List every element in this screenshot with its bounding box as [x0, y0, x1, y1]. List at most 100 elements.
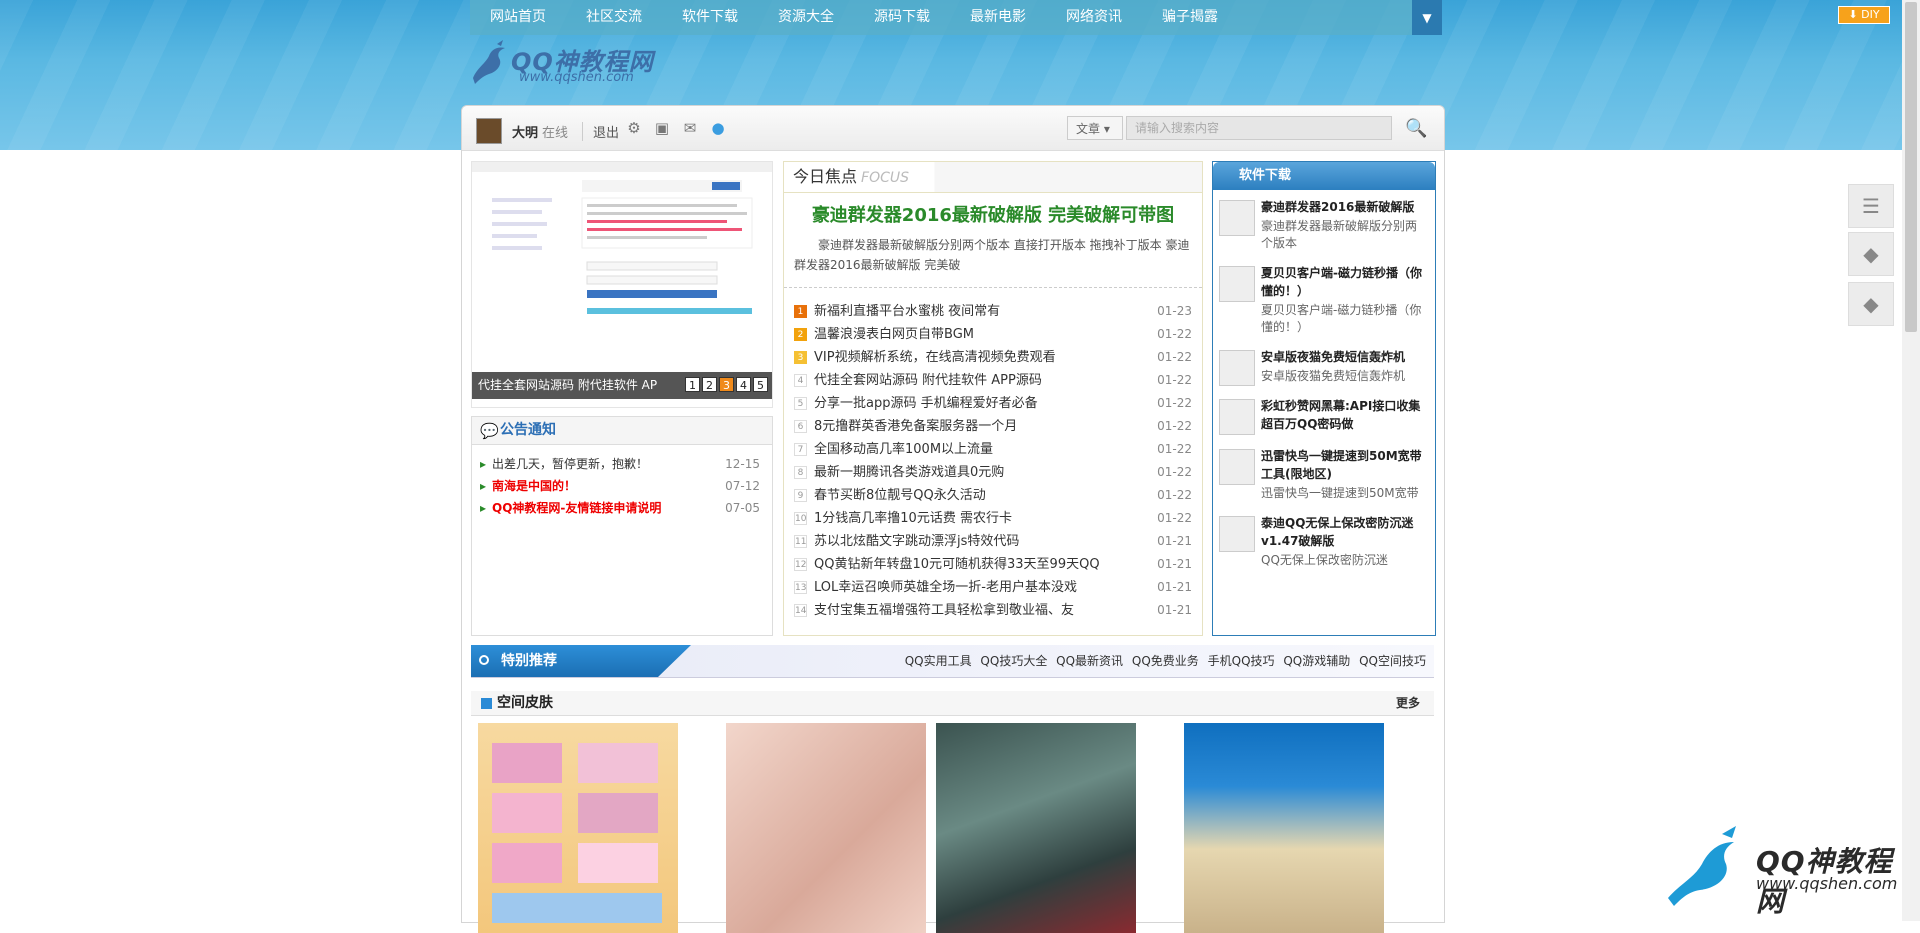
software-title[interactable]: 泰迪QQ无保上保改密防沉迷v1.47破解版	[1261, 514, 1425, 550]
recommend-link[interactable]: QQ实用工具	[905, 654, 972, 668]
nav-item-home[interactable]: 网站首页	[470, 0, 566, 35]
list-item[interactable]: 13 LOL幸运召唤师英雄全场一折-老用户基本没戏 01-21	[794, 576, 1192, 599]
search-icon[interactable]: 🔍	[1405, 118, 1427, 140]
user-name[interactable]: 大明	[512, 122, 538, 141]
recommend-link[interactable]: 手机QQ技巧	[1208, 654, 1275, 668]
recommend-link[interactable]: QQ最新资讯	[1056, 654, 1123, 668]
menu-icon[interactable]: ☰	[1848, 184, 1894, 228]
skin-thumb-4[interactable]	[1184, 723, 1384, 933]
list-item[interactable]: 南海是中国的！ 07-12	[480, 475, 764, 497]
skins-more-link[interactable]: 更多	[1396, 691, 1420, 715]
news-title[interactable]: 苏以北炫酷文字跳动漂浮js特效代码	[814, 534, 1019, 549]
slide-page-5[interactable]: 5	[753, 377, 768, 392]
list-item[interactable]: 14 支付宝集五福增强符工具轻松拿到敬业福、友 01-21	[794, 599, 1192, 622]
list-item[interactable]: 3 VIP视频解析系统，在线高清视频免费观看 01-22	[794, 346, 1192, 369]
recommend-link[interactable]: QQ游戏辅助	[1283, 654, 1350, 668]
slide-page-4[interactable]: 4	[736, 377, 751, 392]
news-title[interactable]: VIP视频解析系统，在线高清视频免费观看	[814, 350, 1056, 365]
skin-thumb-1[interactable]	[478, 723, 678, 933]
software-item[interactable]: 豪迪群发器2016最新破解版豪迪群发器最新破解版分别两个版本	[1219, 198, 1429, 256]
software-thumbnail[interactable]	[1219, 449, 1255, 485]
recommend-link[interactable]: QQ空间技巧	[1359, 654, 1426, 668]
software-title[interactable]: 迅雷快鸟一键提速到50M宽带工具(限地区)	[1261, 447, 1425, 483]
software-title[interactable]: 夏贝贝客户端-磁力链秒播（你懂的！）	[1261, 264, 1425, 300]
diy-button[interactable]: ⬇ DIY	[1838, 6, 1890, 24]
nav-item-news[interactable]: 网络资讯	[1046, 0, 1142, 35]
news-title[interactable]: QQ黄钻新年转盘10元可随机获得33天至99天QQ	[814, 557, 1100, 572]
news-title[interactable]: 1分钱高几率撸10元话费 需农行卡	[814, 511, 1012, 526]
gear-icon[interactable]: ⚙	[626, 120, 642, 136]
mail-icon[interactable]: ✉	[682, 120, 698, 136]
nav-item-community[interactable]: 社区交流	[566, 0, 662, 35]
software-title[interactable]: 彩虹秒赞网黑幕:API接口收集超百万QQ密码做	[1261, 397, 1425, 433]
software-item[interactable]: 安卓版夜猫免费短信轰炸机 安卓版夜猫免费短信轰炸机	[1219, 348, 1429, 389]
software-desc: 豪迪群发器最新破解版分别两个版本	[1261, 219, 1418, 250]
software-item[interactable]: 泰迪QQ无保上保改密防沉迷v1.47破解版 QQ无保上保改密防沉迷	[1219, 514, 1429, 573]
nav-item-scams[interactable]: 骗子揭露	[1142, 0, 1238, 35]
list-item[interactable]: 5 分享一批app源码 手机编程爱好者必备 01-22	[794, 392, 1192, 415]
list-item[interactable]: 9 春节买断8位靓号QQ永久活动 01-22	[794, 484, 1192, 507]
image-icon[interactable]: ▣	[654, 120, 670, 136]
software-item[interactable]: 彩虹秒赞网黑幕:API接口收集超百万QQ密码做	[1219, 397, 1429, 439]
list-item[interactable]: QQ神教程网-友情链接申请说明 07-05	[480, 497, 764, 519]
nav-item-software[interactable]: 软件下载	[662, 0, 758, 35]
list-item[interactable]: 7 全国移动高几率100M以上流量 01-22	[794, 438, 1192, 461]
recommend-link[interactable]: QQ技巧大全	[980, 654, 1047, 668]
list-item[interactable]: 10 1分钱高几率撸10元话费 需农行卡 01-22	[794, 507, 1192, 530]
news-title[interactable]: 代挂全套网站源码 附代挂软件 APP源码	[814, 373, 1042, 388]
software-thumbnail[interactable]	[1219, 200, 1255, 236]
software-item[interactable]: 夏贝贝客户端-磁力链秒播（你懂的！） 夏贝贝客户端-磁力链秒播（你懂的！）	[1219, 264, 1429, 340]
slide-page-2[interactable]: 2	[702, 377, 717, 392]
search-type-select[interactable]: 文章 ▾	[1067, 116, 1123, 140]
software-thumbnail[interactable]	[1219, 516, 1255, 552]
software-item[interactable]: 迅雷快鸟一键提速到50M宽带工具(限地区) 迅雷快鸟一键提速到50M宽带	[1219, 447, 1429, 506]
software-thumbnail[interactable]	[1219, 350, 1255, 386]
list-item[interactable]: 2 温馨浪漫表白网页自带BGM 01-22	[794, 323, 1192, 346]
chevron-down-icon[interactable]: ▼	[1412, 0, 1442, 35]
slide-page-1[interactable]: 1	[685, 377, 700, 392]
list-item[interactable]: 1 新福利直播平台水蜜桃 夜间常有 01-23	[794, 300, 1192, 323]
news-title[interactable]: 最新一期腾讯各类游戏道具0元购	[814, 465, 1004, 480]
notice-text[interactable]: 出差几天，暂停更新，抱歉！	[492, 457, 648, 471]
notice-text[interactable]: 南海是中国的！	[492, 479, 576, 493]
news-title[interactable]: 分享一批app源码 手机编程爱好者必备	[814, 396, 1038, 411]
news-title[interactable]: 温馨浪漫表白网页自带BGM	[814, 327, 974, 342]
search-input[interactable]: 请输入搜索内容	[1126, 116, 1392, 140]
nav-item-resources[interactable]: 资源大全	[758, 0, 854, 35]
skin-thumb-2[interactable]	[726, 723, 926, 933]
news-title[interactable]: 春节买断8位靓号QQ永久活动	[814, 488, 986, 503]
news-title[interactable]: 支付宝集五福增强符工具轻松拿到敬业福、友	[814, 603, 1074, 618]
notice-text[interactable]: QQ神教程网-友情链接申请说明	[492, 501, 661, 515]
focus-summary: 豪迪群发器最新破解版分别两个版本 直接打开版本 拖拽补丁版本 豪迪群发器2016…	[784, 227, 1202, 288]
slide-page-3[interactable]: 3	[719, 377, 734, 392]
scrollbar-thumb[interactable]	[1905, 2, 1917, 332]
nav-item-movies[interactable]: 最新电影	[950, 0, 1046, 35]
news-title[interactable]: 全国移动高几率100M以上流量	[814, 442, 993, 457]
site-logo[interactable]: QQ神教程网 www.qqshen.com	[467, 38, 667, 88]
bulb-icon[interactable]: ●	[710, 120, 726, 136]
news-title[interactable]: 8元撸群英香港免备案服务器一个月	[814, 419, 1017, 434]
slide-image[interactable]	[472, 162, 772, 372]
software-thumbnail[interactable]	[1219, 399, 1255, 435]
logout-link[interactable]: 退出	[582, 122, 619, 141]
software-title[interactable]: 安卓版夜猫免费短信轰炸机	[1261, 348, 1425, 366]
news-title[interactable]: LOL幸运召唤师英雄全场一折-老用户基本没戏	[814, 580, 1077, 595]
list-item[interactable]: 4 代挂全套网站源码 附代挂软件 APP源码 01-22	[794, 369, 1192, 392]
qq-group-icon[interactable]: ◆	[1848, 282, 1894, 326]
list-item[interactable]: 出差几天，暂停更新，抱歉！ 12-15	[480, 453, 764, 475]
list-item[interactable]: 8 最新一期腾讯各类游戏道具0元购 01-22	[794, 461, 1192, 484]
avatar[interactable]	[476, 118, 502, 144]
list-item[interactable]: 12 QQ黄钻新年转盘10元可随机获得33天至99天QQ 01-21	[794, 553, 1192, 576]
slideshow[interactable]: 代挂全套网站源码 附代挂软件 AP 1 2 3 4 5	[471, 161, 773, 408]
qq-icon[interactable]: ◆	[1848, 232, 1894, 276]
list-item[interactable]: 11 苏以北炫酷文字跳动漂浮js特效代码 01-21	[794, 530, 1192, 553]
news-title[interactable]: 新福利直播平台水蜜桃 夜间常有	[814, 304, 1000, 319]
software-thumbnail[interactable]	[1219, 266, 1255, 302]
skin-thumb-3[interactable]	[936, 723, 1136, 933]
list-item[interactable]: 6 8元撸群英香港免备案服务器一个月 01-22	[794, 415, 1192, 438]
recommend-link[interactable]: QQ免费业务	[1132, 654, 1199, 668]
vertical-scrollbar[interactable]	[1902, 0, 1920, 921]
nav-item-source[interactable]: 源码下载	[854, 0, 950, 35]
focus-headline[interactable]: 豪迪群发器2016最新破解版 完美破解可带图	[784, 201, 1202, 227]
software-title[interactable]: 豪迪群发器2016最新破解版	[1261, 198, 1425, 216]
